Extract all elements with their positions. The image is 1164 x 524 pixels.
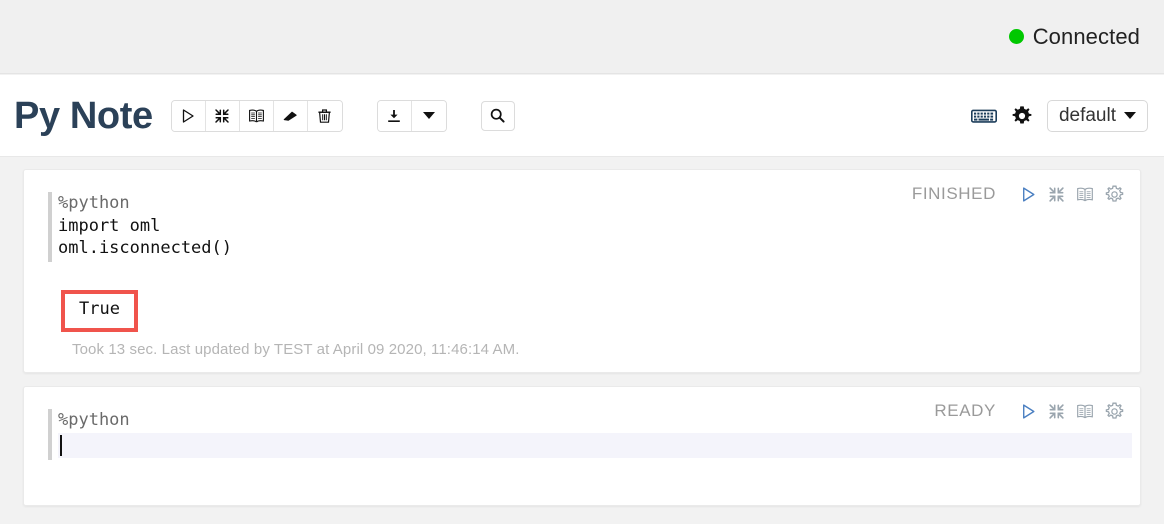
interpreter-selector-label: default (1058, 104, 1116, 126)
note-toolbar: Py Note default (0, 75, 1164, 157)
top-status-bar: Connected (0, 0, 1164, 74)
clear-all-output-button[interactable] (273, 100, 308, 131)
code-gutter (48, 192, 52, 262)
export-button-group (376, 99, 447, 132)
paragraph-1-output-highlight: True (61, 290, 138, 332)
code-gutter (48, 409, 52, 460)
paragraph-2-editor[interactable]: %python (24, 387, 1140, 460)
keyboard-shortcuts-button[interactable] (970, 108, 997, 124)
gear-icon (1012, 105, 1032, 123)
caret-down-icon (1124, 112, 1136, 119)
export-options-dropdown[interactable] (411, 100, 446, 131)
paragraph-2[interactable]: READY %python (23, 386, 1141, 506)
paragraph-1-editor[interactable]: %python import oml oml.isconnected() (24, 170, 1140, 262)
delete-note-button[interactable] (307, 100, 342, 131)
note-settings-button[interactable] (1011, 105, 1033, 127)
code-magic-line: %python (58, 410, 130, 430)
paragraph-1-output: True (79, 299, 120, 319)
green-circle-icon (1008, 29, 1024, 44)
code-magic-line: %python (58, 193, 130, 213)
hide-all-output-button[interactable] (205, 100, 240, 131)
note-action-button-group (170, 99, 343, 132)
download-icon (388, 109, 400, 122)
collapse-arrows-icon (215, 108, 229, 123)
trash-icon (318, 108, 331, 123)
paragraph-1-footer: Took 13 sec. Last updated by TEST at Apr… (72, 341, 520, 358)
paragraph-1[interactable]: FINISHED %python import oml oml.isconnec… (23, 169, 1141, 373)
code-body: import oml oml.isconnected() (58, 215, 232, 259)
toolbar-right-tools: default (970, 99, 1148, 132)
export-note-button[interactable] (377, 100, 412, 131)
run-all-paragraphs-button[interactable] (171, 100, 206, 131)
note-title: Py Note (14, 94, 153, 137)
notebook-canvas: FINISHED %python import oml oml.isconnec… (0, 157, 1164, 524)
caret-down-icon (422, 112, 435, 119)
paragraph-1-code[interactable]: %python import oml oml.isconnected() (58, 192, 1140, 260)
connection-status: Connected (1008, 23, 1140, 50)
open-book-icon (248, 109, 264, 122)
text-cursor (60, 434, 62, 456)
paragraph-2-code[interactable]: %python (58, 409, 1140, 432)
search-code-button[interactable] (480, 100, 515, 131)
toggle-all-code-button[interactable] (239, 100, 274, 131)
interpreter-selector[interactable]: default (1046, 99, 1148, 132)
play-triangle-icon (183, 108, 194, 123)
keyboard-icon (970, 109, 997, 123)
eraser-icon (283, 111, 297, 121)
connection-status-label: Connected (1032, 23, 1140, 49)
active-code-line[interactable] (58, 432, 1132, 458)
magnifier-icon (490, 108, 505, 123)
